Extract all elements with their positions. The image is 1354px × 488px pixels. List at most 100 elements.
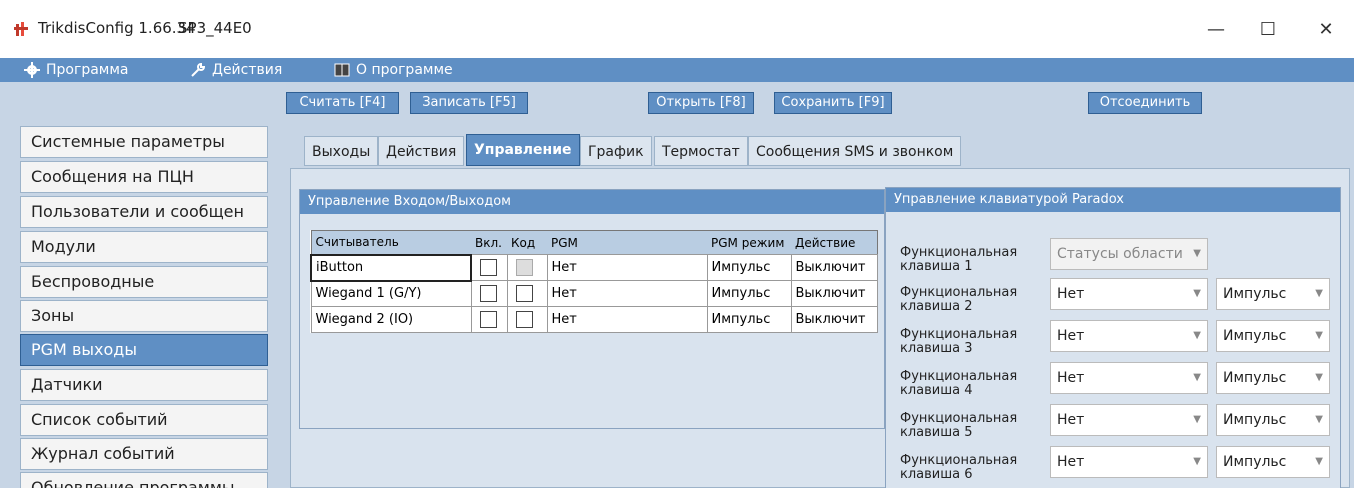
- function-key-5-select[interactable]: Нет ▼: [1050, 404, 1208, 436]
- action-cell[interactable]: Выключит: [790, 280, 878, 307]
- pgm-cell[interactable]: Нет: [546, 306, 708, 333]
- tab-sms-call[interactable]: Сообщения SMS и звонком: [748, 136, 962, 166]
- function-key-3-value: Нет: [1057, 328, 1085, 344]
- device-id: SP3_44E0: [178, 19, 252, 37]
- col-pgm-mode: PGM режим: [707, 230, 791, 255]
- read-button[interactable]: Считать [F4]: [286, 92, 399, 114]
- function-key-3-mode-select[interactable]: Импульс ▼: [1216, 320, 1330, 352]
- minimize-button[interactable]: —: [1196, 14, 1236, 46]
- table-row: iButton Нет Импульс Выключит: [310, 253, 878, 282]
- tab-content: Управление Входом/Выходом Считыватель Вк…: [290, 168, 1350, 488]
- sidebar-item-event-list[interactable]: Список событий: [20, 404, 268, 436]
- menu-program[interactable]: Программа: [24, 58, 129, 82]
- main-area: Считать [F4] Записать [F5] Открыть [F8] …: [0, 82, 1354, 488]
- tab-control[interactable]: Управление: [466, 134, 580, 166]
- enabled-checkbox[interactable]: [479, 311, 497, 328]
- code-checkbox[interactable]: [515, 311, 533, 328]
- pgm-cell[interactable]: Нет: [546, 280, 708, 307]
- sidebar-item-sensors[interactable]: Датчики: [20, 369, 268, 401]
- function-key-6-mode: Импульс: [1223, 454, 1287, 470]
- save-button[interactable]: Сохранить [F9]: [774, 92, 892, 114]
- menu-about[interactable]: О программе: [334, 58, 453, 82]
- function-key-label-line1: Функциональная: [900, 245, 1018, 260]
- chevron-down-icon: ▼: [1315, 372, 1323, 383]
- function-key-label-line1: Функциональная: [900, 285, 1018, 300]
- mode-cell[interactable]: Импульс: [706, 254, 792, 281]
- function-key-label: Функциональная клавиша 3: [900, 328, 1017, 356]
- code-checkbox[interactable]: [515, 285, 533, 302]
- book-icon: [334, 63, 350, 77]
- function-key-4-mode: Импульс: [1223, 370, 1287, 386]
- enabled-checkbox[interactable]: [480, 259, 497, 276]
- sidebar-item-wireless[interactable]: Беспроводные: [20, 266, 268, 298]
- write-button[interactable]: Записать [F5]: [410, 92, 528, 114]
- action-cell[interactable]: Выключит: [790, 254, 878, 281]
- enabled-cell: [470, 280, 508, 307]
- pgm-cell[interactable]: Нет: [546, 254, 708, 281]
- function-key-label-line2: клавиша 3: [900, 341, 973, 356]
- function-key-3-select[interactable]: Нет ▼: [1050, 320, 1208, 352]
- function-key-4-select[interactable]: Нет ▼: [1050, 362, 1208, 394]
- mode-cell[interactable]: Импульс: [706, 280, 792, 307]
- io-group-title: Управление Входом/Выходом: [300, 190, 884, 214]
- sidebar-item-firmware-update[interactable]: Обновление программы: [20, 472, 268, 488]
- chevron-down-icon: ▼: [1193, 288, 1201, 299]
- function-key-label-line2: клавиша 1: [900, 259, 973, 274]
- code-cell: [506, 280, 548, 307]
- table-row: Wiegand 2 (IO) Нет Импульс Выключит: [310, 306, 878, 333]
- col-enabled: Вкл.: [471, 230, 507, 255]
- function-key-2-mode-select[interactable]: Импульс ▼: [1216, 278, 1330, 310]
- function-key-5-value: Нет: [1057, 412, 1085, 428]
- sidebar-item-event-log[interactable]: Журнал событий: [20, 438, 268, 470]
- function-key-2-mode: Импульс: [1223, 286, 1287, 302]
- menu-program-label: Программа: [46, 62, 129, 78]
- tab-schedule[interactable]: График: [580, 136, 652, 166]
- gear-icon: [24, 62, 40, 78]
- reader-cell[interactable]: iButton: [310, 253, 472, 282]
- menu-actions[interactable]: Действия: [190, 58, 282, 82]
- sidebar-item-system-params[interactable]: Системные параметры: [20, 126, 268, 158]
- function-key-4-mode-select[interactable]: Импульс ▼: [1216, 362, 1330, 394]
- sidebar-item-zones[interactable]: Зоны: [20, 300, 268, 332]
- disconnect-button[interactable]: Отсоединить: [1088, 92, 1202, 114]
- enabled-checkbox[interactable]: [479, 285, 497, 302]
- function-key-5-mode-select[interactable]: Импульс ▼: [1216, 404, 1330, 436]
- tab-outputs[interactable]: Выходы: [304, 136, 379, 166]
- function-key-label: Функциональная клавиша 1: [900, 246, 1017, 274]
- reader-cell[interactable]: Wiegand 2 (IO): [310, 306, 472, 333]
- paradox-keypad-group: Управление клавиатурой Paradox Функциона…: [885, 187, 1341, 488]
- function-key-6-mode-select[interactable]: Импульс ▼: [1216, 446, 1330, 478]
- function-key-6-select[interactable]: Нет ▼: [1050, 446, 1208, 478]
- function-key-3-mode: Импульс: [1223, 328, 1287, 344]
- function-key-label-line2: клавиша 4: [900, 383, 973, 398]
- chevron-down-icon: ▼: [1315, 414, 1323, 425]
- chevron-down-icon: ▼: [1193, 372, 1201, 383]
- reader-cell[interactable]: Wiegand 1 (G/Y): [310, 280, 472, 307]
- chevron-down-icon: ▼: [1193, 414, 1201, 425]
- open-button[interactable]: Открыть [F8]: [648, 92, 754, 114]
- mode-cell[interactable]: Импульс: [706, 306, 792, 333]
- sidebar-item-pgm-outputs[interactable]: PGM выходы: [20, 334, 268, 366]
- sidebar-item-cms-messages[interactable]: Сообщения на ПЦН: [20, 161, 268, 193]
- tab-actions[interactable]: Действия: [378, 136, 465, 166]
- sidebar-item-modules[interactable]: Модули: [20, 231, 268, 263]
- close-button[interactable]: ✕: [1306, 14, 1346, 46]
- chevron-down-icon: ▼: [1315, 456, 1323, 467]
- code-cell: [506, 306, 548, 333]
- function-key-label-line2: клавиша 2: [900, 299, 973, 314]
- function-key-5-mode: Импульс: [1223, 412, 1287, 428]
- tab-thermostat[interactable]: Термостат: [654, 136, 748, 166]
- function-key-label-line1: Функциональная: [900, 453, 1018, 468]
- menu-actions-label: Действия: [212, 62, 283, 78]
- maximize-button[interactable]: ☐: [1248, 14, 1288, 46]
- sidebar-item-users[interactable]: Пользователи и сообщен: [20, 196, 268, 228]
- function-key-2-value: Нет: [1057, 286, 1085, 302]
- chevron-down-icon: ▼: [1193, 456, 1201, 467]
- paradox-group-title: Управление клавиатурой Paradox: [886, 188, 1340, 212]
- wrench-icon: [191, 62, 206, 77]
- io-control-group: Управление Входом/Выходом Считыватель Вк…: [299, 189, 885, 429]
- action-cell[interactable]: Выключит: [790, 306, 878, 333]
- title-bar: TrikdisConfig 1.66.34 SP3_44E0 — ☐ ✕: [0, 0, 1354, 58]
- function-key-2-select[interactable]: Нет ▼: [1050, 278, 1208, 310]
- function-key-6-value: Нет: [1057, 454, 1085, 470]
